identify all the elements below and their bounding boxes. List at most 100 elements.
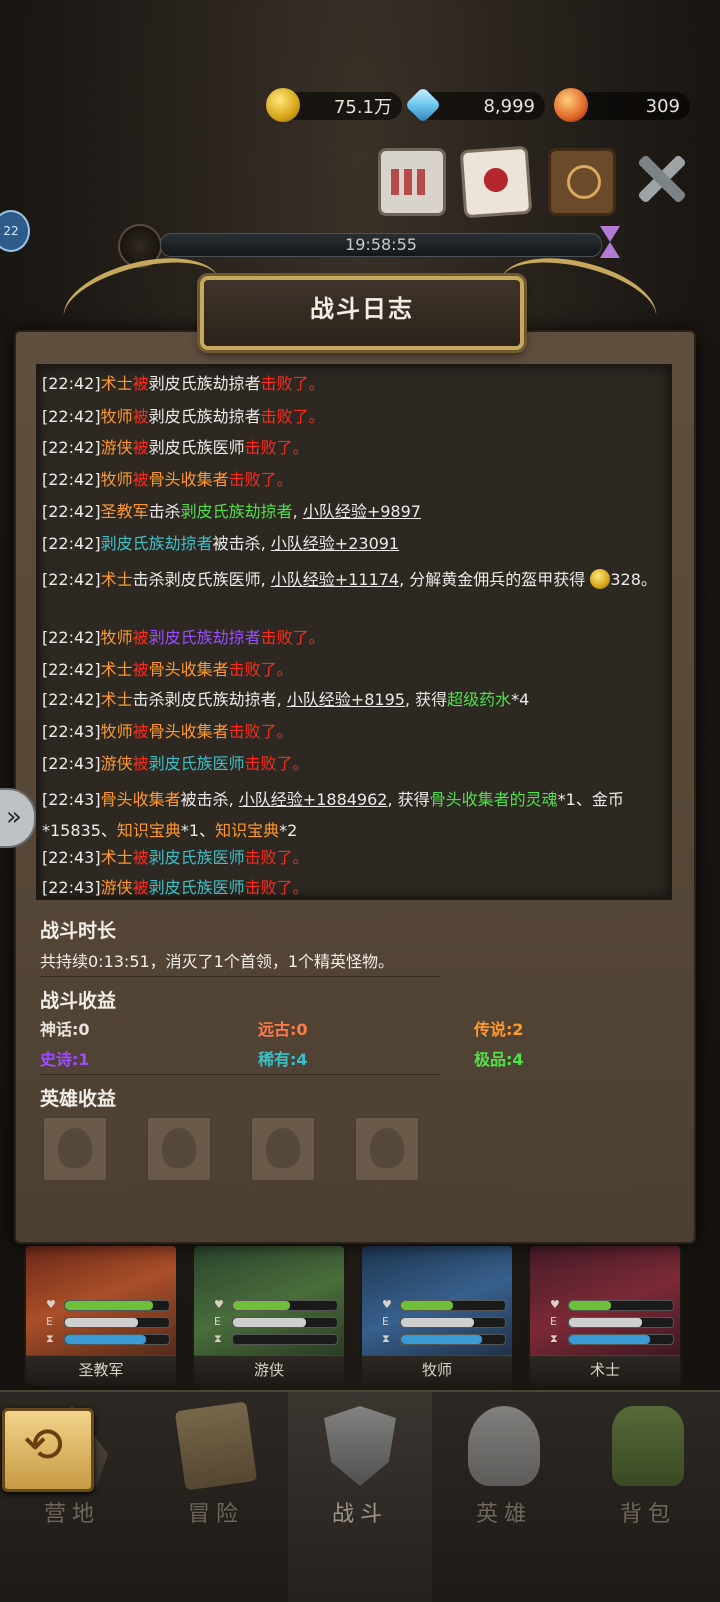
exp-icon: E (550, 1315, 557, 1328)
divider (40, 1074, 440, 1075)
log-segment: 被击杀, (180, 790, 239, 809)
log-segment: , 获得 (387, 790, 430, 809)
log-segment: 被 (132, 848, 149, 867)
battle-log-list[interactable]: [22:42]术士被剥皮氏族劫掠者击败了。 [22:42]牧师被剥皮氏族劫掠者击败… (36, 364, 672, 900)
log-timestamp: [22:43] (42, 722, 101, 741)
log-segment: 游侠 (100, 438, 133, 457)
log-segment: 击败了。 (244, 848, 309, 867)
gold-counter[interactable]: 75.1万 (266, 88, 402, 122)
log-segment: *4 (511, 690, 530, 709)
log-segment: 击杀剥皮氏族劫掠者, (132, 690, 287, 709)
log-line: [22:42]术士被剥皮氏族劫掠者击败了。 (42, 374, 325, 394)
orb-icon (554, 88, 588, 122)
nav-backpack[interactable]: 背包 (576, 1392, 720, 1602)
nav-helmet[interactable]: 英雄 (432, 1392, 576, 1602)
helmet-icon (468, 1406, 540, 1486)
battle-rewards-title: 战斗收益 (40, 990, 117, 1012)
hero-card[interactable]: ♥ E ⧗ 圣教军 (24, 1244, 178, 1386)
log-segment: 被 (132, 374, 149, 393)
log-segment: 骨头收集者 (100, 790, 181, 809)
log-segment: 剥皮氏族劫掠者 (148, 374, 261, 393)
hero-mana-bar (232, 1334, 338, 1345)
log-segment: 牧师 (100, 407, 133, 426)
gem-value: 8,999 (483, 95, 535, 117)
log-line: [22:42]牧师被骨头收集者击败了。 (42, 470, 293, 490)
log-segment: 术士 (100, 374, 133, 393)
log-segment: 超级药水 (447, 690, 512, 709)
log-segment: 牧师 (100, 628, 133, 647)
log-segment: 击杀 (148, 502, 181, 521)
hero-name: 牧师 (362, 1355, 512, 1384)
heart-icon: ♥ (382, 1298, 392, 1311)
hero-card[interactable]: ♥ E ⧗ 牧师 (360, 1244, 514, 1386)
log-segment: 剥皮氏族劫掠者 (100, 534, 213, 553)
log-segment: 被 (132, 628, 149, 647)
log-segment: 剥皮氏族医师 (148, 848, 245, 867)
log-segment: 击败了。 (228, 722, 293, 741)
hero-reward-slot[interactable] (354, 1116, 420, 1182)
exp-icon: E (214, 1315, 221, 1328)
back-button[interactable] (2, 1408, 94, 1492)
level-badge[interactable]: 22 (0, 210, 30, 252)
log-line: [22:42]游侠被剥皮氏族医师击败了。 (42, 438, 309, 458)
log-segment: , 分解黄金佣兵的盔甲获得 (399, 570, 591, 589)
nav-battle-shield[interactable]: 战斗 (288, 1392, 432, 1602)
log-segment: 牧师 (100, 470, 133, 489)
log-timestamp: [22:42] (42, 690, 101, 709)
spellbook-icon[interactable] (548, 148, 616, 216)
gold-coin-icon (266, 88, 300, 122)
log-segment: 被 (132, 660, 149, 679)
calendar-icon[interactable] (378, 148, 446, 216)
mail-icon[interactable] (459, 145, 533, 219)
heart-icon: ♥ (550, 1298, 560, 1311)
log-segment: 骨头收集者 (148, 722, 229, 741)
hero-reward-slot[interactable] (146, 1116, 212, 1182)
timer-bar: 19:58:55 (160, 233, 602, 257)
hero-card[interactable]: ♥ E ⧗ 术士 (528, 1244, 682, 1386)
log-exp-link[interactable]: 小队经验+1884962 (239, 790, 388, 809)
log-segment: 圣教军 (100, 502, 149, 521)
log-segment: 击败了。 (260, 374, 325, 393)
log-segment: 术士 (100, 570, 133, 589)
log-segment: , (292, 502, 303, 521)
hero-reward-slot[interactable] (250, 1116, 316, 1182)
log-timestamp: [22:42] (42, 438, 101, 457)
orb-counter[interactable]: 309 (554, 88, 690, 122)
settings-tools-icon[interactable] (632, 148, 692, 210)
mana-icon: ⧗ (214, 1332, 222, 1345)
hero-reward-slot[interactable] (42, 1116, 108, 1182)
nav-label: 战斗 (331, 1502, 388, 1527)
dialog-title-plate: 战斗日志 (200, 276, 524, 350)
log-exp-link[interactable]: 小队经验+8195 (287, 690, 405, 709)
log-segment: 牧师 (100, 722, 133, 741)
log-timestamp: [22:42] (42, 470, 101, 489)
hero-rewards-title: 英雄收益 (40, 1088, 117, 1110)
hourglass-icon[interactable] (596, 222, 624, 262)
nav-label: 冒险 (187, 1502, 244, 1527)
reward-stat: 远古:0 (258, 1020, 308, 1039)
hero-exp-bar (64, 1317, 170, 1328)
exp-icon: E (46, 1315, 53, 1328)
log-timestamp: [22:43] (42, 848, 101, 867)
log-timestamp: [22:42] (42, 534, 101, 553)
log-line: [22:43]游侠被剥皮氏族医师击败了。 (42, 754, 309, 774)
log-exp-link[interactable]: 小队经验+9897 (303, 502, 421, 521)
log-exp-link[interactable]: 小队经验+23091 (271, 534, 399, 553)
nav-map[interactable]: 冒险 (144, 1392, 288, 1602)
log-segment: 击杀剥皮氏族医师, (132, 570, 271, 589)
log-segment: *2 (279, 821, 298, 840)
gem-counter[interactable]: 8,999 (404, 86, 545, 124)
log-line: [22:42]术士击杀剥皮氏族劫掠者, 小队经验+8195, 获得超级药水*4 (42, 690, 529, 710)
log-segment: 被 (132, 722, 149, 741)
hero-card[interactable]: ♥ E ⧗ 游侠 (192, 1244, 346, 1386)
log-segment: 被 (132, 407, 149, 426)
reward-stat: 极品:4 (474, 1050, 524, 1069)
hero-mana-bar (64, 1334, 170, 1345)
orb-value: 309 (645, 95, 680, 117)
hero-name: 术士 (530, 1355, 680, 1384)
log-exp-link[interactable]: 小队经验+11174 (271, 570, 399, 589)
hero-mana-bar (400, 1334, 506, 1345)
log-line: [22:42]圣教军击杀剥皮氏族劫掠者, 小队经验+9897 (42, 502, 421, 522)
log-line: [22:42]牧师被剥皮氏族劫掠者击败了。 (42, 407, 325, 427)
log-timestamp: [22:43] (42, 790, 101, 809)
